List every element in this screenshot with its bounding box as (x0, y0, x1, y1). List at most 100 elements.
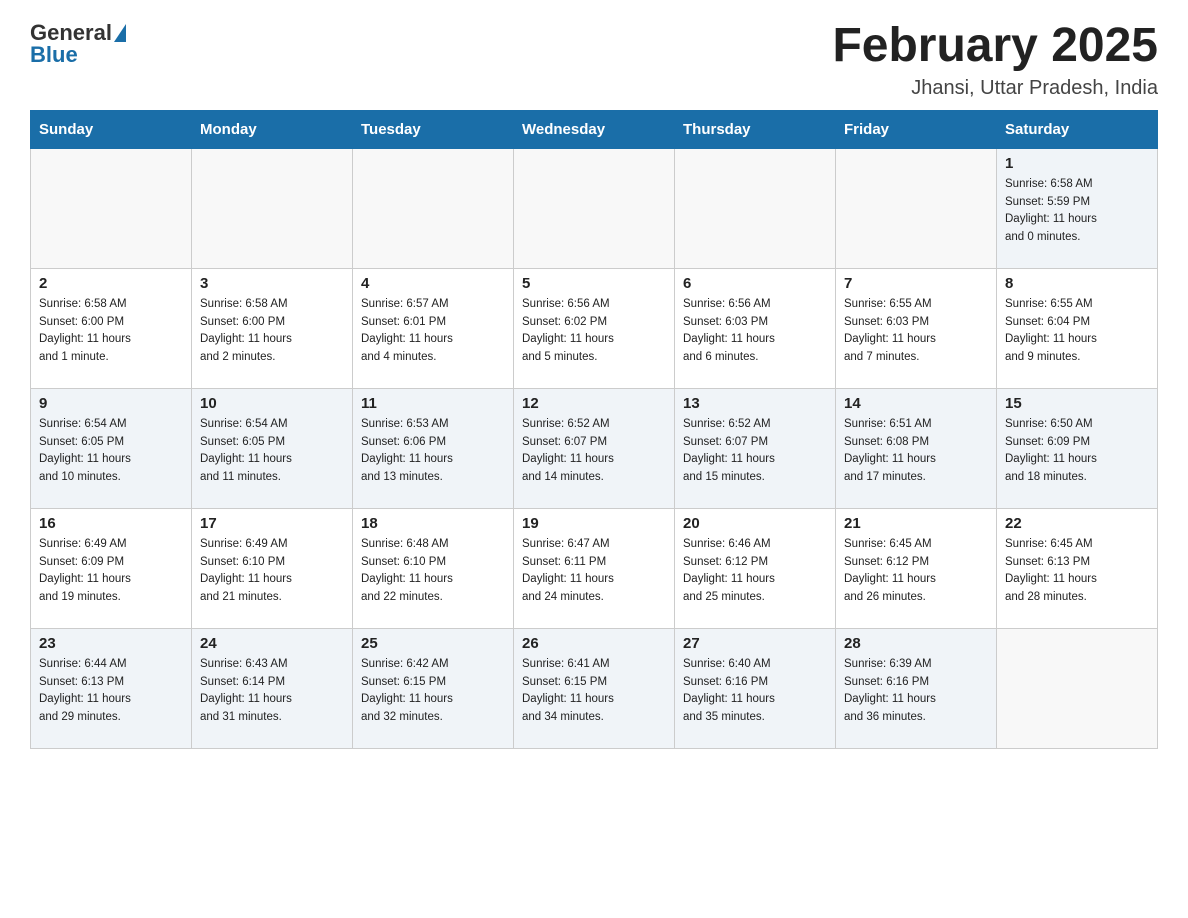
day-info: Sunrise: 6:42 AMSunset: 6:15 PMDaylight:… (361, 656, 505, 727)
day-number: 6 (683, 275, 827, 292)
calendar-cell (675, 148, 836, 268)
calendar-cell: 23 Sunrise: 6:44 AMSunset: 6:13 PMDayligh… (31, 628, 192, 748)
day-number: 2 (39, 275, 183, 292)
day-info: Sunrise: 6:54 AMSunset: 6:05 PMDaylight:… (200, 416, 344, 487)
title-area: February 2025 Jhansi, Uttar Pradesh, Ind… (832, 20, 1158, 100)
calendar-table: SundayMondayTuesdayWednesdayThursdayFrid… (30, 110, 1158, 749)
day-info: Sunrise: 6:46 AMSunset: 6:12 PMDaylight:… (683, 536, 827, 607)
calendar-cell: 20 Sunrise: 6:46 AMSunset: 6:12 PMDayligh… (675, 508, 836, 628)
day-number: 3 (200, 275, 344, 292)
calendar-cell: 24 Sunrise: 6:43 AMSunset: 6:14 PMDayligh… (192, 628, 353, 748)
day-number: 12 (522, 395, 666, 412)
day-info: Sunrise: 6:52 AMSunset: 6:07 PMDaylight:… (522, 416, 666, 487)
day-info: Sunrise: 6:44 AMSunset: 6:13 PMDaylight:… (39, 656, 183, 727)
day-number: 13 (683, 395, 827, 412)
calendar-cell: 14 Sunrise: 6:51 AMSunset: 6:08 PMDayligh… (836, 388, 997, 508)
calendar-cell: 27Sunrise: 6:40 AMSunset: 6:16 PMDayligh… (675, 628, 836, 748)
calendar-cell: 5 Sunrise: 6:56 AMSunset: 6:02 PMDaylight… (514, 268, 675, 388)
day-number: 28 (844, 635, 988, 652)
calendar-cell: 16 Sunrise: 6:49 AMSunset: 6:09 PMDayligh… (31, 508, 192, 628)
day-info: Sunrise: 6:47 AMSunset: 6:11 PMDaylight:… (522, 536, 666, 607)
day-number: 4 (361, 275, 505, 292)
day-info: Sunrise: 6:43 AMSunset: 6:14 PMDaylight:… (200, 656, 344, 727)
calendar-cell: 18 Sunrise: 6:48 AMSunset: 6:10 PMDayligh… (353, 508, 514, 628)
day-number: 1 (1005, 155, 1149, 172)
day-info: Sunrise: 6:49 AMSunset: 6:10 PMDaylight:… (200, 536, 344, 607)
day-number: 21 (844, 515, 988, 532)
day-number: 5 (522, 275, 666, 292)
calendar-cell (836, 148, 997, 268)
calendar-cell: 8 Sunrise: 6:55 AMSunset: 6:04 PMDaylight… (997, 268, 1158, 388)
calendar-cell: 2 Sunrise: 6:58 AMSunset: 6:00 PMDaylight… (31, 268, 192, 388)
calendar-cell (192, 148, 353, 268)
calendar-cell (997, 628, 1158, 748)
day-info: Sunrise: 6:48 AMSunset: 6:10 PMDaylight:… (361, 536, 505, 607)
calendar-week-row: 16 Sunrise: 6:49 AMSunset: 6:09 PMDayligh… (31, 508, 1158, 628)
weekday-header-friday: Friday (836, 110, 997, 148)
calendar-cell: 6Sunrise: 6:56 AMSunset: 6:03 PMDaylight… (675, 268, 836, 388)
day-number: 14 (844, 395, 988, 412)
day-info: Sunrise: 6:40 AMSunset: 6:16 PMDaylight:… (683, 656, 827, 727)
day-number: 25 (361, 635, 505, 652)
day-info: Sunrise: 6:55 AMSunset: 6:04 PMDaylight:… (1005, 296, 1149, 367)
logo-triangle-icon (114, 24, 126, 42)
day-info: Sunrise: 6:55 AMSunset: 6:03 PMDaylight:… (844, 296, 988, 367)
calendar-cell: 19 Sunrise: 6:47 AMSunset: 6:11 PMDayligh… (514, 508, 675, 628)
day-number: 17 (200, 515, 344, 532)
weekday-header-tuesday: Tuesday (353, 110, 514, 148)
day-info: Sunrise: 6:41 AMSunset: 6:15 PMDaylight:… (522, 656, 666, 727)
day-number: 18 (361, 515, 505, 532)
day-info: Sunrise: 6:51 AMSunset: 6:08 PMDaylight:… (844, 416, 988, 487)
logo-blue-text: Blue (30, 42, 78, 67)
calendar-cell (31, 148, 192, 268)
weekday-header-sunday: Sunday (31, 110, 192, 148)
day-number: 24 (200, 635, 344, 652)
day-info: Sunrise: 6:50 AMSunset: 6:09 PMDaylight:… (1005, 416, 1149, 487)
day-number: 8 (1005, 275, 1149, 292)
weekday-header-thursday: Thursday (675, 110, 836, 148)
day-number: 7 (844, 275, 988, 292)
calendar-cell: 10 Sunrise: 6:54 AMSunset: 6:05 PMDayligh… (192, 388, 353, 508)
day-info: Sunrise: 6:54 AMSunset: 6:05 PMDaylight:… (39, 416, 183, 487)
day-info: Sunrise: 6:53 AMSunset: 6:06 PMDaylight:… (361, 416, 505, 487)
weekday-header-saturday: Saturday (997, 110, 1158, 148)
logo: General Blue (30, 20, 128, 68)
calendar-cell: 11 Sunrise: 6:53 AMSunset: 6:06 PMDayligh… (353, 388, 514, 508)
calendar-cell: 28 Sunrise: 6:39 AMSunset: 6:16 PMDayligh… (836, 628, 997, 748)
calendar-cell: 25 Sunrise: 6:42 AMSunset: 6:15 PMDayligh… (353, 628, 514, 748)
day-number: 26 (522, 635, 666, 652)
day-number: 23 (39, 635, 183, 652)
calendar-week-row: 1 Sunrise: 6:58 AMSunset: 5:59 PMDaylight… (31, 148, 1158, 268)
day-info: Sunrise: 6:58 AMSunset: 6:00 PMDaylight:… (39, 296, 183, 367)
day-number: 10 (200, 395, 344, 412)
calendar-week-row: 23 Sunrise: 6:44 AMSunset: 6:13 PMDayligh… (31, 628, 1158, 748)
day-number: 11 (361, 395, 505, 412)
calendar-cell: 22 Sunrise: 6:45 AMSunset: 6:13 PMDayligh… (997, 508, 1158, 628)
calendar-cell: 17 Sunrise: 6:49 AMSunset: 6:10 PMDayligh… (192, 508, 353, 628)
calendar-cell (514, 148, 675, 268)
calendar-cell: 9Sunrise: 6:54 AMSunset: 6:05 PMDaylight… (31, 388, 192, 508)
calendar-cell: 3 Sunrise: 6:58 AMSunset: 6:00 PMDaylight… (192, 268, 353, 388)
weekday-header-row: SundayMondayTuesdayWednesdayThursdayFrid… (31, 110, 1158, 148)
location-text: Jhansi, Uttar Pradesh, India (832, 77, 1158, 100)
day-info: Sunrise: 6:45 AMSunset: 6:13 PMDaylight:… (1005, 536, 1149, 607)
calendar-cell: 13 Sunrise: 6:52 AMSunset: 6:07 PMDayligh… (675, 388, 836, 508)
day-info: Sunrise: 6:56 AMSunset: 6:02 PMDaylight:… (522, 296, 666, 367)
day-info: Sunrise: 6:57 AMSunset: 6:01 PMDaylight:… (361, 296, 505, 367)
day-info: Sunrise: 6:58 AMSunset: 6:00 PMDaylight:… (200, 296, 344, 367)
day-info: Sunrise: 6:52 AMSunset: 6:07 PMDaylight:… (683, 416, 827, 487)
day-number: 15 (1005, 395, 1149, 412)
day-info: Sunrise: 6:58 AMSunset: 5:59 PMDaylight:… (1005, 176, 1149, 247)
month-title: February 2025 (832, 20, 1158, 73)
calendar-cell: 12 Sunrise: 6:52 AMSunset: 6:07 PMDayligh… (514, 388, 675, 508)
calendar-cell: 1 Sunrise: 6:58 AMSunset: 5:59 PMDaylight… (997, 148, 1158, 268)
day-number: 20 (683, 515, 827, 532)
day-number: 16 (39, 515, 183, 532)
day-number: 22 (1005, 515, 1149, 532)
day-info: Sunrise: 6:49 AMSunset: 6:09 PMDaylight:… (39, 536, 183, 607)
weekday-header-monday: Monday (192, 110, 353, 148)
day-info: Sunrise: 6:39 AMSunset: 6:16 PMDaylight:… (844, 656, 988, 727)
day-number: 19 (522, 515, 666, 532)
day-info: Sunrise: 6:45 AMSunset: 6:12 PMDaylight:… (844, 536, 988, 607)
calendar-cell (353, 148, 514, 268)
